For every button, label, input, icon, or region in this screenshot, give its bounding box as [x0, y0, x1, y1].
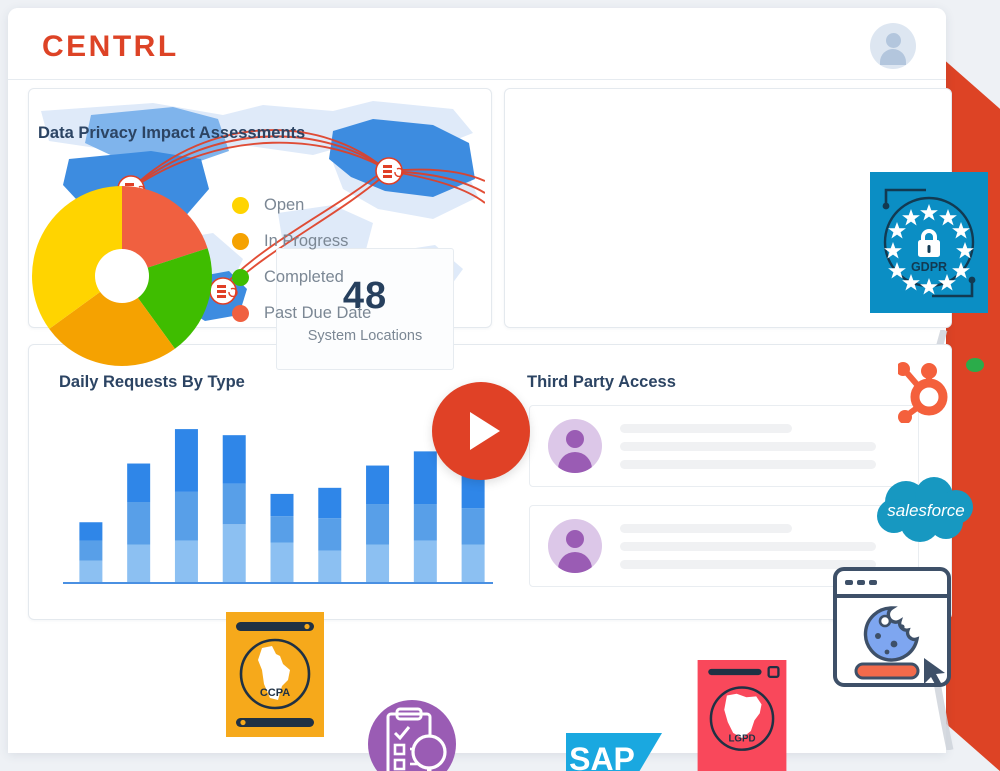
legend-label: Past Due Date: [264, 303, 372, 322]
legend-item[interactable]: Past Due Date: [232, 295, 371, 331]
dpia-donut-chart[interactable]: [30, 184, 214, 368]
daily-requests-bar-chart[interactable]: [63, 415, 493, 593]
placeholder-line: [620, 423, 793, 433]
bar-segment[interactable]: [79, 540, 103, 561]
gdpr-label: GDPR: [911, 260, 947, 274]
bar-segment[interactable]: [222, 483, 246, 525]
bar-segment[interactable]: [270, 516, 294, 543]
bar-segment[interactable]: [270, 493, 294, 517]
avatar: [548, 519, 602, 573]
ccpa-badge[interactable]: CCPA: [226, 612, 324, 742]
avatar-body-icon: [558, 452, 592, 473]
placeholder-line: [620, 441, 876, 451]
lgpd-badge-icon: LGPD: [697, 660, 787, 771]
avatar-head-icon: [885, 33, 901, 48]
dashboard-content: 48 System Locations Data Privacy Impact …: [8, 80, 952, 753]
dpia-legend: Open In Progress Completed Past Due Date: [232, 187, 371, 331]
gdpr-badge-icon: GDPR: [870, 172, 988, 313]
bar-segment[interactable]: [127, 502, 151, 545]
bar-segment[interactable]: [79, 522, 103, 541]
bar-segment[interactable]: [318, 487, 342, 519]
legend-color-dot: [232, 232, 249, 250]
legend-color-dot: [232, 268, 249, 286]
bar-segment[interactable]: [366, 544, 390, 583]
daily-requests-title: Daily Requests By Type: [59, 373, 245, 391]
legend-label: In Progress: [264, 231, 349, 250]
salesforce-logo[interactable]: salesforce: [872, 474, 980, 553]
bar-segment[interactable]: [366, 504, 390, 545]
placeholder-line: [620, 523, 793, 533]
bar-segment[interactable]: [222, 524, 246, 583]
gdpr-badge[interactable]: GDPR: [868, 170, 990, 320]
bar-segment[interactable]: [461, 544, 485, 583]
bar-segment[interactable]: [127, 544, 151, 583]
avatar[interactable]: [870, 23, 916, 69]
bar-segment[interactable]: [222, 435, 246, 484]
avatar-head-icon: [566, 530, 584, 548]
bar-segment[interactable]: [413, 451, 437, 505]
table-row[interactable]: [529, 405, 919, 487]
lgpd-badge[interactable]: LGPD: [692, 660, 792, 771]
cookie-consent-icon[interactable]: [832, 566, 952, 693]
map-node-europe: [375, 157, 404, 185]
bar-segment[interactable]: [413, 540, 437, 583]
ccpa-badge-icon: CCPA: [226, 612, 324, 737]
placeholder-line: [620, 541, 876, 551]
bar-segment[interactable]: [461, 508, 485, 545]
bar-segment[interactable]: [174, 429, 198, 492]
legend-label: Open: [264, 195, 305, 214]
bar-segment[interactable]: [366, 465, 390, 505]
sap-label: SAP: [569, 741, 635, 771]
hubspot-logo-icon[interactable]: [896, 357, 960, 428]
salesforce-label: salesforce: [887, 501, 964, 520]
bar-segment[interactable]: [127, 463, 151, 502]
bar-segment[interactable]: [174, 491, 198, 541]
legend-item[interactable]: In Progress: [232, 223, 371, 259]
bar-segment[interactable]: [174, 540, 198, 583]
legend-color-dot: [232, 196, 249, 214]
legend-color-dot: [232, 304, 249, 322]
app-header: CENTRL: [8, 8, 946, 80]
legend-item[interactable]: Open: [232, 187, 371, 223]
bar-segment[interactable]: [270, 542, 294, 584]
lgpd-label: LGPD: [728, 734, 755, 745]
bar-segment[interactable]: [318, 550, 342, 583]
bar-segment[interactable]: [413, 504, 437, 541]
audit-icon[interactable]: [368, 700, 456, 771]
third-party-access-title: Third Party Access: [527, 373, 676, 391]
donut-hole: [95, 249, 149, 303]
placeholder-line: [620, 459, 876, 469]
sap-logo[interactable]: SAP: [566, 733, 662, 771]
avatar-body-icon: [558, 552, 592, 573]
legend-item[interactable]: Completed: [232, 259, 371, 295]
legend-label: Completed: [264, 267, 344, 286]
ccpa-label: CCPA: [260, 687, 290, 699]
status-dot: [966, 358, 984, 372]
play-video-button[interactable]: [432, 382, 530, 480]
bar-segment[interactable]: [79, 560, 103, 583]
dpia-title: Data Privacy Impact Assessments: [38, 124, 306, 142]
dashboard-screenshot: CENTRL 48 System Locations Data Privacy …: [0, 0, 1000, 771]
play-icon: [470, 412, 500, 450]
avatar: [548, 419, 602, 473]
placeholder-text-lines: [620, 415, 918, 478]
avatar-body-icon: [880, 49, 906, 65]
brand-logo[interactable]: CENTRL: [42, 30, 179, 64]
bar-segment[interactable]: [318, 518, 342, 551]
avatar-head-icon: [566, 430, 584, 448]
